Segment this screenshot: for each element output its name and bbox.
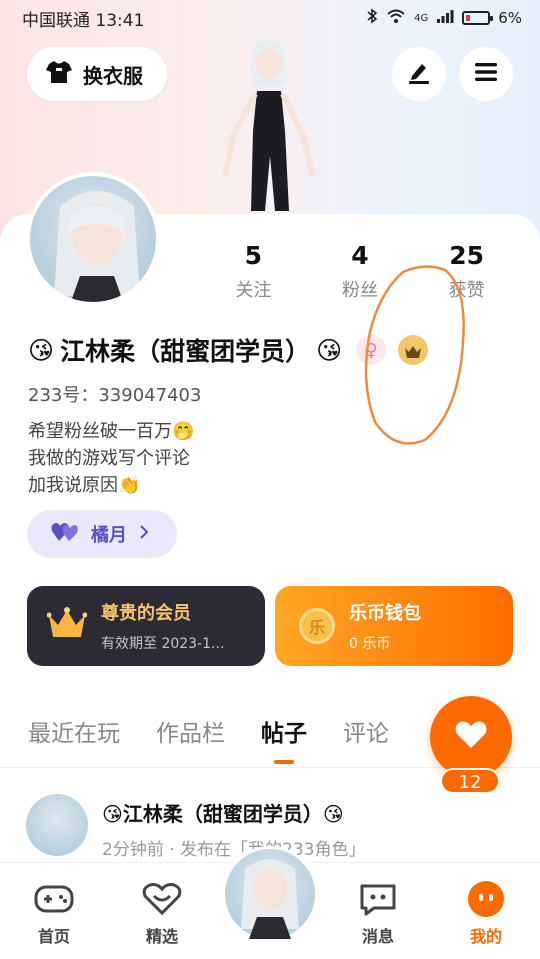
partner-tag-label: 橘月 [91, 525, 127, 546]
menu-button[interactable] [459, 47, 513, 101]
followers-label: 粉丝 [342, 280, 378, 301]
nav-featured[interactable]: 精选 [132, 881, 192, 947]
chat-icon [358, 881, 398, 917]
user-id: 233号：339047403 [28, 385, 202, 406]
crown-icon [404, 336, 422, 365]
edit-profile-button[interactable] [392, 47, 446, 101]
gamepad-icon [34, 881, 74, 917]
bio-line: 我做的游戏写个评论 [28, 448, 190, 469]
tab-recently-played[interactable]: 最近在玩 [28, 714, 120, 748]
post-avatar[interactable] [26, 794, 88, 856]
tab-works[interactable]: 作品栏 [156, 714, 225, 748]
nav-featured-label: 精选 [145, 927, 178, 946]
vip-expiry: 有效期至 2023-1... [101, 636, 225, 652]
post-author: 😘江林柔（甜蜜团学员）😘 [102, 802, 344, 826]
female-symbol-icon: ♀ [364, 339, 378, 361]
profile-name-row: 😘 江林柔（甜蜜团学员） 😘 ♀ [28, 332, 429, 368]
coin-icon: 乐 [299, 608, 335, 644]
vip-membership-card[interactable]: 尊贵的会员 有效期至 2023-1... [27, 586, 265, 666]
stats-row: 5 关注 4 粉丝 25 获赞 [200, 241, 520, 302]
crown-badge[interactable] [398, 335, 429, 365]
change-outfit-label: 换衣服 [83, 63, 143, 88]
wallet-title: 乐币钱包 [349, 603, 421, 624]
female-badge: ♀ [356, 335, 387, 365]
stat-followers[interactable]: 4 粉丝 [307, 241, 414, 302]
vip-title: 尊贵的会员 [101, 603, 191, 624]
likes-count: 25 [449, 241, 485, 270]
tab-posts[interactable]: 帖子 [261, 714, 307, 748]
profile-avatar[interactable] [26, 172, 160, 306]
hamburger-icon [474, 61, 498, 87]
following-count: 5 [244, 241, 263, 270]
kiss-emoji: 😘 [316, 335, 343, 365]
following-label: 关注 [235, 280, 272, 301]
wallet-balance: 0 乐币 [349, 636, 391, 652]
signal-icon [436, 8, 454, 28]
network-label: 4G [414, 12, 429, 24]
character-figure[interactable] [205, 36, 335, 216]
nav-messages-label: 消息 [361, 927, 394, 946]
tshirt-icon [45, 59, 73, 90]
nav-messages[interactable]: 消息 [348, 881, 408, 947]
carrier-time: 中国联通 13:41 [22, 10, 145, 31]
tab-comments[interactable]: 评论 [343, 714, 389, 748]
crown-icon [46, 607, 88, 645]
bio-line: 希望粉丝破一百万🤭 [28, 421, 195, 442]
profile-name: 江林柔（甜蜜团学员） [60, 337, 311, 366]
nav-home[interactable]: 首页 [24, 881, 84, 947]
battery-percent: 6% [498, 9, 522, 27]
profile-face-icon [466, 881, 506, 917]
chevron-right-icon [139, 524, 149, 545]
nav-home-label: 首页 [37, 927, 70, 946]
likes-label: 获赞 [448, 280, 485, 301]
stat-likes[interactable]: 25 获赞 [413, 241, 520, 302]
wifi-icon [386, 8, 406, 28]
like-count-badge: 12 [440, 768, 500, 794]
pen-icon [406, 59, 432, 89]
bio-line: 加我说原因👏 [28, 475, 141, 496]
nav-me[interactable]: 我的 [456, 881, 516, 947]
double-heart-icon [51, 521, 79, 548]
battery-icon [462, 11, 494, 25]
stat-following[interactable]: 5 关注 [200, 241, 307, 302]
change-outfit-button[interactable]: 换衣服 [27, 47, 167, 101]
coin-char: 乐 [308, 618, 325, 637]
center-avatar-button[interactable] [222, 846, 318, 942]
followers-count: 4 [351, 241, 369, 270]
bluetooth-icon [366, 8, 378, 28]
bio: 希望粉丝破一百万🤭 我做的游戏写个评论 加我说原因👏 [28, 418, 194, 499]
partner-tag-button[interactable]: 橘月 [27, 510, 177, 558]
kiss-emoji: 😘 [28, 335, 55, 365]
nav-me-label: 我的 [469, 927, 502, 946]
like-button[interactable] [430, 696, 512, 778]
status-bar: 中国联通 13:41 4G 6% [0, 0, 540, 36]
heart-shield-icon [142, 881, 182, 917]
coin-wallet-card[interactable]: 乐 乐币钱包 0 乐币 [275, 586, 513, 666]
profile-tabs: 最近在玩 作品栏 帖子 评论 [28, 714, 389, 748]
heart-icon [454, 720, 488, 754]
